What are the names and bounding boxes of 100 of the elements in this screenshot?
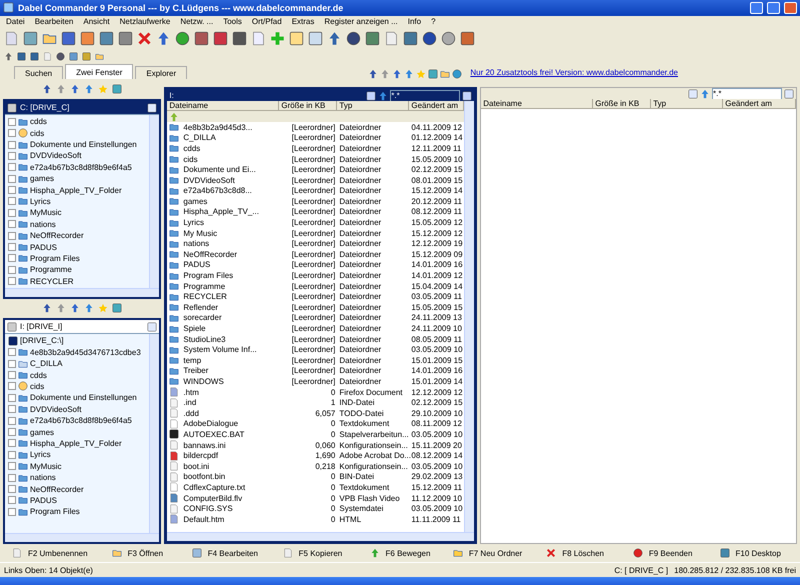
up-icon[interactable] [84,84,94,94]
tree-item[interactable]: 4e8b3b2a9d45d3476713cdbe3 [5,346,150,358]
function-key-button[interactable]: F10 Desktop [736,548,781,558]
file-row[interactable]: PADUS [Leerordner] Dateiordner 14.01.2009 16 [167,260,464,270]
tree-item[interactable]: C_DILLA [5,358,150,370]
tab[interactable]: Explorer [135,66,188,80]
file-row[interactable]: Default.htm 0 HTML 11.11.2009 11 [167,514,464,524]
file-row[interactable]: bannaws.ini 0,060 Konfigurationsein... 15.11.2009 20 [167,440,464,450]
page-icon[interactable] [43,52,52,62]
maximize-button[interactable] [767,2,780,14]
filter-field[interactable]: *.* [712,88,782,100]
menu-item[interactable]: ? [431,17,436,26]
drive-selector[interactable]: C: [DRIVE_C] [5,101,160,116]
tree-item[interactable]: nations [5,218,150,230]
tree-item[interactable]: DVDVideoSoft [5,404,150,415]
file-row[interactable]: Hispha_Apple_TV_... [Leerordner] Dateiordner 08.12.2009 11 [167,206,464,218]
scrollbar[interactable] [167,532,474,542]
file-row[interactable]: Lyrics [Leerordner] Dateiordner 15.05.2009 12 [167,217,464,228]
file-row[interactable]: WINDOWS [Leerordner] Dateiordner 15.01.2009 14 [167,376,464,387]
tab[interactable]: Zwei Fenster [65,64,134,80]
close-button[interactable] [784,2,797,14]
minimize-button[interactable] [750,2,763,14]
menu-item[interactable]: Netzw. ... [180,17,214,26]
tree-item[interactable]: cdds [5,369,150,381]
scrollbar[interactable] [464,101,474,532]
promo-link[interactable]: Nur 20 Zusatztools frei! Version: www.dabelcommander.de [470,68,678,78]
file-row[interactable]: bootfont.bin 0 BIN-Datei 29.02.2009 13 [167,472,464,482]
function-key-button[interactable]: F6 Bewegen [386,548,430,558]
file-row[interactable]: e72a4b67b3c8d8... [Leerordner] Dateiordner 15.12.2009 14 [167,185,464,196]
file-row[interactable]: RECYCLER [Leerordner] Dateiordner 03.05.2009 11 [167,291,464,302]
path-field[interactable]: I: [169,90,364,101]
menu-item[interactable]: Register anzeigen ... [324,17,398,26]
file-row[interactable]: .htm 0 Firefox Document 12.12.2009 12 [167,386,464,398]
file-row[interactable]: cdds [Leerordner] Dateiordner 12.11.2009 11 [167,143,464,154]
folder-icon[interactable] [440,69,450,80]
menu-item[interactable]: Tools [223,17,242,26]
menu-item[interactable]: Netzlaufwerke [120,17,170,26]
forward-icon[interactable] [56,303,66,314]
file-row[interactable]: CONFIG.SYS 0 Systemdatei 03.05.2009 10 [167,503,464,514]
tree-item[interactable]: nations [5,472,150,484]
star-icon[interactable] [98,303,108,314]
function-key-button[interactable]: F3 Öffnen [128,548,164,558]
column-header[interactable]: Typ [651,99,724,110]
file-row[interactable]: games [Leerordner] Dateiordner 20.12.2009 11 [167,196,464,207]
tree-item[interactable]: MyMusic [5,207,150,219]
function-key-button[interactable]: F2 Umbenennen [28,548,88,558]
file-row[interactable]: bildercpdf 1,690 Adobe Acrobat Do...08.12.2009 14 [167,450,464,461]
tree-item[interactable]: PADUS [5,241,150,253]
up-icon[interactable] [404,69,414,80]
tree-item[interactable]: [DRIVE_C:\] [5,335,150,347]
scrollbar[interactable] [149,115,160,288]
up-icon[interactable] [4,52,13,62]
function-key-button[interactable]: F8 Löschen [562,548,604,558]
arrow-icon[interactable] [392,69,402,80]
column-header[interactable]: Geändert am [409,101,464,112]
function-key-button[interactable]: F5 Kopieren [298,548,342,558]
back-icon[interactable] [42,303,52,314]
function-key-button[interactable]: F4 Bearbeiten [208,548,258,558]
file-row[interactable]: StudioLine3 [Leerordner] Dateiordner 08.05.2009 11 [167,334,464,344]
back-icon[interactable] [42,84,52,94]
filter-field[interactable]: *.* [390,90,460,102]
folder-icon[interactable] [95,52,104,62]
tree-item[interactable]: cids [5,127,150,139]
function-key-button[interactable]: F7 Neu Ordner [468,548,522,558]
column-header[interactable]: Geändert am [723,99,796,110]
menu-item[interactable]: Ort/Pfad [252,17,282,26]
tree-item[interactable]: cdds [5,116,150,128]
tree-item[interactable]: Hispha_Apple_TV_Folder [5,184,150,196]
tree-item[interactable]: NeOffRecorder [5,230,150,242]
tree-item[interactable]: Lyrics [5,449,150,461]
column-header[interactable]: Dateiname [167,101,280,112]
file-row[interactable]: ComputerBild.flv 0 VPB Flash Video 11.12.2009 10 [167,492,464,504]
back-icon[interactable] [368,69,378,80]
file-row[interactable]: AdobeDialogue 0 Textdokument 08.11.2009 12 [167,418,464,430]
file-row[interactable]: DVDVideoSoft [Leerordner] Dateiordner 08.01.2009 15 [167,174,464,186]
drive-selector[interactable]: I: [DRIVE_I] [5,320,160,334]
tree-item[interactable]: PADUS [5,494,150,506]
tree-item[interactable]: Program Files [5,252,150,264]
tree-item[interactable]: Dokumente und Einstellungen [5,138,150,150]
file-row[interactable]: NeOffRecorder [Leerordner] Dateiordner 15.12.2009 09 [167,249,464,260]
menu-item[interactable]: Bearbeiten [34,17,74,26]
scrollbar[interactable] [149,334,160,534]
file-row[interactable]: nations [Leerordner] Dateiordner 12.12.2009 19 [167,238,464,250]
forward-icon[interactable] [56,84,66,94]
menu-item[interactable]: Info [408,17,422,26]
tree-item[interactable]: RECYCLER [5,276,150,287]
file-row[interactable]: cids [Leerordner] Dateiordner 15.05.2009 10 [167,154,464,164]
file-row[interactable]: .ddd 6,057 TODO-Datei 29.10.2009 10 [167,408,464,419]
tree-item[interactable]: Program Files [5,506,150,518]
page-icon[interactable] [4,31,19,46]
arrow-icon[interactable] [70,84,80,94]
tree-item[interactable]: e72a4b67b3c8d8f8b9e6f4a5 [5,162,150,174]
file-row[interactable]: 4e8b3b2a9d45d3... [Leerordner] Dateiordner 04.11.2009 12 [167,122,464,133]
star-icon[interactable] [98,84,108,94]
tree-item[interactable]: Lyrics [5,196,150,208]
file-row[interactable]: sorecarder [Leerordner] Dateiordner 24.11.2009 13 [167,312,464,324]
menu-item[interactable]: Ansicht [83,17,110,26]
file-row[interactable]: C_DILLA [Leerordner] Dateiordner 01.12.2009 14 [167,132,464,144]
file-row[interactable]: Program Files [Leerordner] Dateiordner 14.01.2009 12 [167,270,464,281]
tree-item[interactable]: DVDVideoSoft [5,150,150,162]
